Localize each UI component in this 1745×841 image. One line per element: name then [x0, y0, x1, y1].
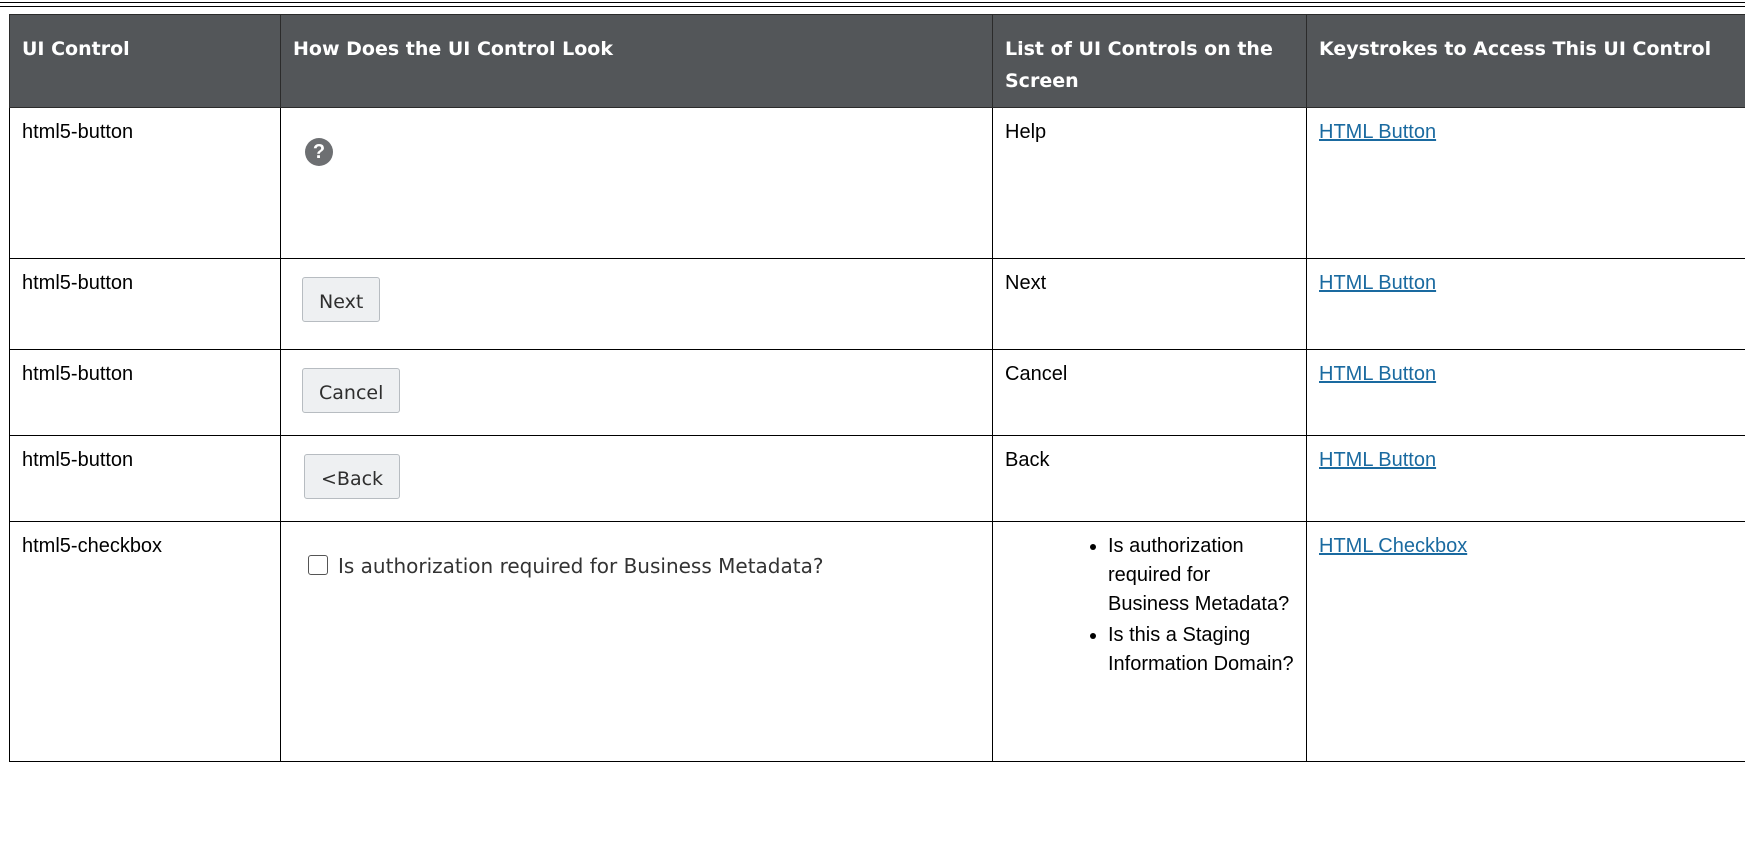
table-row: html5-button ? Help HTML Button: [9, 107, 1745, 259]
list-item: Is this a Staging Information Domain?: [1108, 621, 1294, 679]
control-list-cell: Cancel: [992, 349, 1307, 436]
checkbox-label: Is authorization required for Business M…: [338, 554, 824, 578]
keystrokes-cell: HTML Button: [1306, 107, 1745, 259]
control-type-cell: html5-checkbox: [9, 521, 281, 762]
control-list-cell: Is authorization required for Business M…: [992, 521, 1307, 762]
control-list-cell: Help: [992, 107, 1307, 259]
back-button[interactable]: <Back: [304, 454, 401, 499]
keystrokes-cell: HTML Button: [1306, 349, 1745, 436]
control-look-cell: Cancel: [280, 349, 993, 436]
control-look-cell: <Back: [280, 435, 993, 522]
top-rule-secondary: [0, 6, 1745, 7]
controls-list: Is authorization required for Business M…: [1005, 532, 1294, 679]
control-type-cell: html5-button: [9, 258, 281, 350]
authorization-checkbox-row[interactable]: Is authorization required for Business M…: [308, 552, 980, 581]
next-button[interactable]: Next: [302, 277, 381, 322]
control-type-cell: html5-button: [9, 349, 281, 436]
control-look-cell: Is authorization required for Business M…: [280, 521, 993, 762]
control-list-cell: Next: [992, 258, 1307, 350]
header-how-it-looks: How Does the UI Control Look: [280, 14, 993, 108]
keystrokes-cell: HTML Button: [1306, 435, 1745, 522]
table-row: html5-button Cancel Cancel HTML Button: [9, 349, 1745, 436]
header-keystrokes: Keystrokes to Access This UI Control: [1306, 14, 1745, 108]
control-list-cell: Back: [992, 435, 1307, 522]
html-button-link[interactable]: HTML Button: [1319, 449, 1436, 471]
control-type-cell: html5-button: [9, 435, 281, 522]
ui-controls-table: UI Control How Does the UI Control Look …: [9, 14, 1745, 762]
keystrokes-cell: HTML Checkbox: [1306, 521, 1745, 762]
cancel-button[interactable]: Cancel: [302, 368, 401, 413]
html-button-link[interactable]: HTML Button: [1319, 121, 1436, 143]
table-row: html5-button Next Next HTML Button: [9, 258, 1745, 350]
checkbox-icon[interactable]: [308, 555, 328, 575]
table-row: html5-button <Back Back HTML Button: [9, 435, 1745, 522]
control-type-cell: html5-button: [9, 107, 281, 259]
header-list-of-controls: List of UI Controls on the Screen: [992, 14, 1307, 108]
html-button-link[interactable]: HTML Button: [1319, 363, 1436, 385]
control-look-cell: ?: [280, 107, 993, 259]
header-ui-control: UI Control: [9, 14, 281, 108]
table-header-row: UI Control How Does the UI Control Look …: [9, 14, 1745, 108]
top-rule: [0, 2, 1745, 3]
control-look-cell: Next: [280, 258, 993, 350]
keystrokes-cell: HTML Button: [1306, 258, 1745, 350]
list-item: Is authorization required for Business M…: [1108, 532, 1294, 619]
html-checkbox-link[interactable]: HTML Checkbox: [1319, 535, 1467, 557]
table-row: html5-checkbox Is authorization required…: [9, 521, 1745, 762]
html-button-link[interactable]: HTML Button: [1319, 272, 1436, 294]
help-icon[interactable]: ?: [305, 138, 333, 166]
